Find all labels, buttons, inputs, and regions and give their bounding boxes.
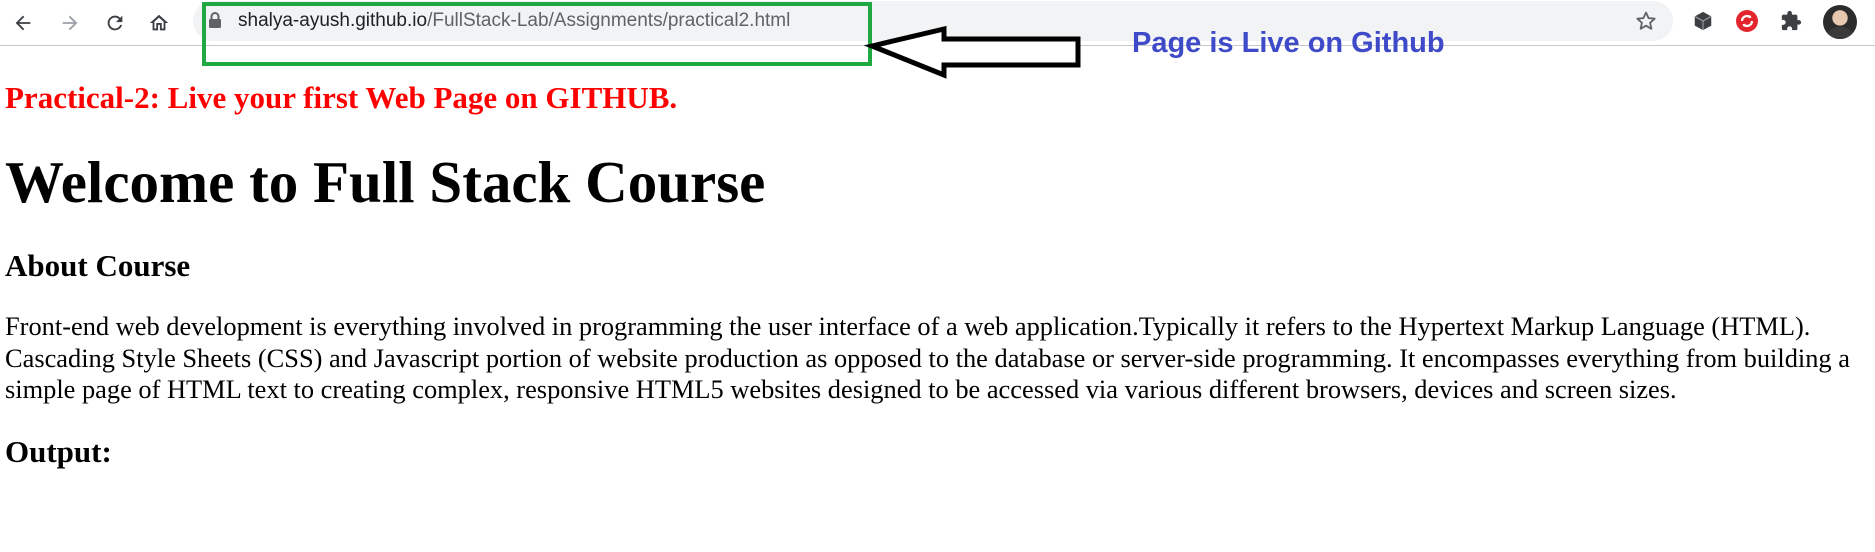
home-icon xyxy=(149,14,169,31)
reload-button[interactable] xyxy=(98,6,132,40)
forward-button[interactable] xyxy=(53,6,87,40)
annotation-arrow-icon xyxy=(863,25,1081,79)
output-heading: Output: xyxy=(5,433,112,469)
about-heading: About Course xyxy=(5,248,191,283)
extension-red-icon xyxy=(1736,10,1758,32)
page-content: Practical-2: Live your first Web Page on… xyxy=(5,76,1865,472)
extension-cube-button[interactable] xyxy=(1690,8,1716,34)
extension-cube-icon xyxy=(1694,11,1712,31)
home-button[interactable] xyxy=(142,6,176,40)
url-highlight-box xyxy=(202,2,872,66)
extension-red-button[interactable] xyxy=(1734,8,1760,34)
annotation-text: Page is Live on Github xyxy=(1132,27,1445,59)
reload-icon xyxy=(107,15,123,31)
profile-avatar[interactable] xyxy=(1823,5,1857,39)
back-arrow-icon xyxy=(15,15,31,31)
extensions-puzzle-icon xyxy=(1781,10,1802,31)
extensions-button[interactable] xyxy=(1778,8,1804,34)
back-button[interactable] xyxy=(6,6,40,40)
page-title: Welcome to Full Stack Course xyxy=(5,149,766,215)
practical-title: Practical-2: Live your first Web Page on… xyxy=(5,80,678,115)
bookmark-star-icon[interactable] xyxy=(1634,9,1658,33)
forward-arrow-icon xyxy=(62,15,78,31)
about-paragraph: Front-end web development is everything … xyxy=(5,311,1850,404)
